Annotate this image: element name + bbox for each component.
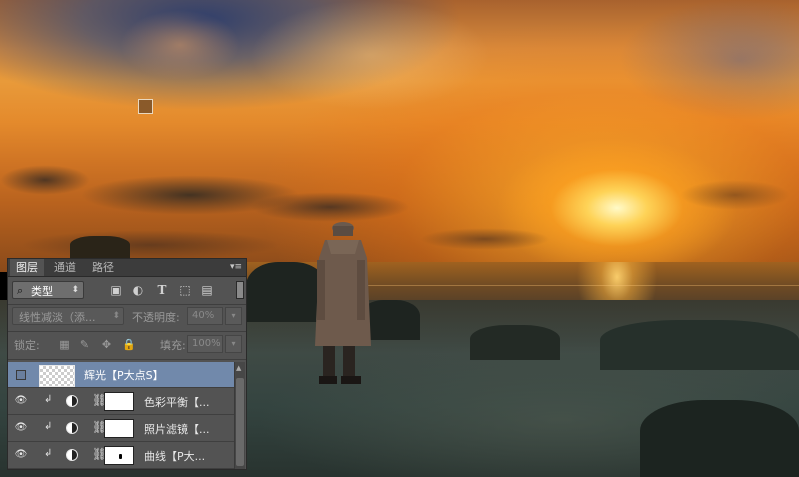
- layer-thumbnail: [39, 365, 75, 387]
- tab-paths[interactable]: 路径: [86, 259, 120, 276]
- opacity-input[interactable]: 40%: [187, 307, 223, 325]
- lock-position-icon[interactable]: ✥: [100, 338, 113, 351]
- panel-menu-icon[interactable]: ▾≡: [230, 262, 242, 272]
- layer-name[interactable]: 色彩平衡【...: [144, 394, 210, 410]
- cloud: [20, 230, 280, 260]
- dune-grass: [600, 320, 799, 370]
- tab-layers[interactable]: 图层: [10, 259, 44, 276]
- filter-kind-select[interactable]: ⌕ 类型 ⬍: [12, 281, 84, 299]
- cloud: [420, 228, 550, 250]
- tab-channels[interactable]: 通道: [48, 259, 82, 276]
- divider: [8, 304, 246, 305]
- layer-mask-thumbnail[interactable]: [104, 446, 134, 465]
- fill-dropdown-button[interactable]: ▾: [225, 335, 242, 353]
- filter-toggle[interactable]: [236, 281, 244, 299]
- lock-label: 锁定:: [14, 339, 40, 352]
- type-filter-icon[interactable]: T: [155, 283, 169, 297]
- smart-object-filter-icon[interactable]: ▤: [200, 283, 214, 297]
- fill-input[interactable]: 100%: [187, 335, 223, 353]
- adjustment-layer-icon: [66, 449, 78, 461]
- search-icon: ⌕: [17, 284, 24, 297]
- divider: [8, 359, 246, 360]
- layer-name[interactable]: 辉光【P大点S】: [84, 367, 164, 383]
- updown-arrow-icon: ⬍: [71, 285, 79, 295]
- mask-dot: [119, 454, 122, 459]
- opacity-label: 不透明度:: [132, 311, 180, 324]
- divider: [8, 331, 246, 332]
- layer-row[interactable]: 👁 ↲ ⛓ 曲线【P大...: [8, 443, 234, 469]
- panel-tab-bar: 图层 通道 路径 ▾≡: [8, 259, 246, 277]
- lock-row: 锁定: ▦ ✎ ✥ 🔒 填充: 100% ▾: [12, 335, 242, 355]
- layer-mask-thumbnail[interactable]: [104, 419, 134, 438]
- lock-all-icon[interactable]: 🔒: [122, 338, 136, 351]
- color-sample-swatch[interactable]: [138, 99, 153, 114]
- layer-list-scrollbar[interactable]: ▲: [234, 362, 245, 469]
- layer-list: 辉光【P大点S】 👁 ↲ ⛓ 色彩平衡【... 👁 ↲ ⛓ 照片滤镜【... 👁…: [8, 362, 234, 469]
- eye-icon[interactable]: 👁: [14, 395, 28, 407]
- adjustment-layer-icon: [66, 422, 78, 434]
- layer-row[interactable]: 辉光【P大点S】: [8, 362, 234, 388]
- eye-icon[interactable]: 👁: [14, 422, 28, 434]
- image-filter-icon[interactable]: ▣: [109, 283, 123, 297]
- lock-image-icon[interactable]: ✎: [78, 338, 91, 351]
- cloud: [680, 180, 790, 210]
- dune-grass: [470, 325, 560, 360]
- man-in-coat: [315, 222, 371, 384]
- layers-panel: 图层 通道 路径 ▾≡ ⌕ 类型 ⬍ ▣ ◐ T ⬚ ▤ 线性减淡（添... ⬍…: [7, 258, 247, 470]
- eye-icon[interactable]: 👁: [14, 449, 28, 461]
- adjustment-layer-icon: [66, 395, 78, 407]
- dune-grass: [70, 236, 130, 258]
- layer-row[interactable]: 👁 ↲ ⛓ 色彩平衡【...: [8, 389, 234, 415]
- layer-name[interactable]: 曲线【P大...: [144, 448, 205, 464]
- blend-mode-value: 线性减淡（添...: [19, 311, 96, 324]
- scroll-up-icon[interactable]: ▲: [236, 364, 241, 372]
- layer-row[interactable]: 👁 ↲ ⛓ 照片滤镜【...: [8, 416, 234, 442]
- cloud: [120, 10, 240, 80]
- blend-row: 线性减淡（添... ⬍ 不透明度: 40% ▾: [12, 307, 242, 327]
- updown-arrow-icon: ⬍: [112, 311, 120, 321]
- clipping-arrow-icon: ↲: [44, 394, 53, 405]
- fill-label: 填充:: [160, 339, 186, 352]
- filter-kind-label: 类型: [31, 285, 53, 298]
- clipping-arrow-icon: ↲: [44, 448, 53, 459]
- layer-name[interactable]: 照片滤镜【...: [144, 421, 210, 437]
- lock-transparent-icon[interactable]: ▦: [58, 338, 71, 351]
- clipping-arrow-icon: ↲: [44, 421, 53, 432]
- adjustment-filter-icon[interactable]: ◐: [131, 283, 145, 297]
- scrollbar-thumb[interactable]: [236, 378, 244, 466]
- cloud: [0, 165, 90, 195]
- visibility-toggle-off[interactable]: [16, 370, 26, 380]
- dune-grass: [640, 400, 799, 477]
- blend-mode-select[interactable]: 线性减淡（添... ⬍: [12, 307, 124, 325]
- shape-filter-icon[interactable]: ⬚: [178, 283, 192, 297]
- layer-filter-bar: ⌕ 类型 ⬍ ▣ ◐ T ⬚ ▤: [12, 281, 244, 301]
- layer-mask-thumbnail[interactable]: [104, 392, 134, 411]
- cloud: [250, 0, 490, 110]
- opacity-dropdown-button[interactable]: ▾: [225, 307, 242, 325]
